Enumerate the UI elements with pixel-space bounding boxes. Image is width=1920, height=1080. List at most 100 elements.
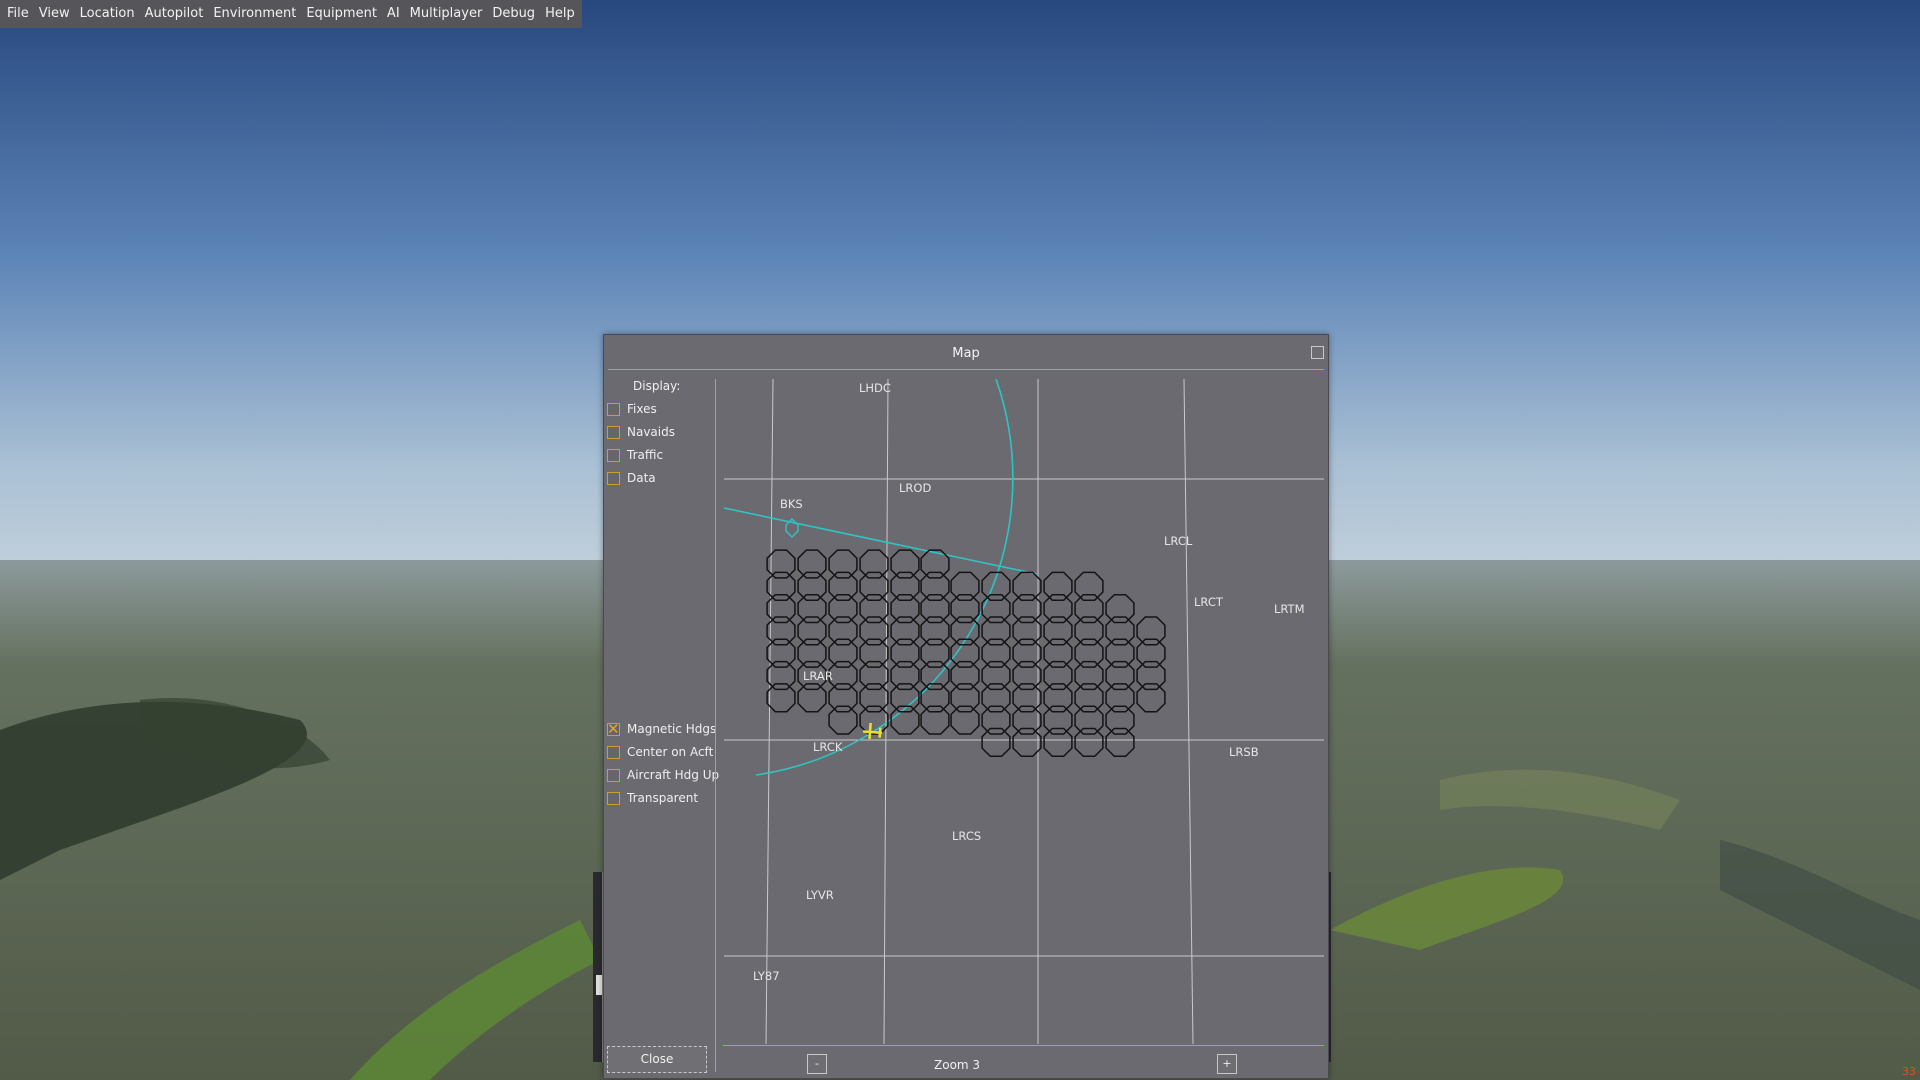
display-label: Display: [633,379,681,393]
airport-symbol-41 [920,616,950,646]
airport-symbol-84 [1074,727,1104,758]
menu-debug[interactable]: Debug [487,0,540,28]
menu-equipment[interactable]: Equipment [301,0,382,28]
airport-label-lrtm: LRTM [1274,602,1305,616]
option-transparent[interactable]: Transparent [607,790,698,806]
airport-symbol-56 [981,638,1011,668]
airport-symbol-65 [1012,660,1042,691]
airport-symbol-94 [1136,660,1166,691]
fixes-checkbox[interactable] [607,402,620,416]
aircraft-hdg-up-checkbox[interactable] [607,768,620,782]
airport-label-lyvr: LYVR [806,888,834,902]
airport-symbol-57 [981,660,1011,691]
aircraft-hdg-up-label: Aircraft Hdg Up [627,768,720,782]
option-aircraft-hdg-up[interactable]: Aircraft Hdg Up [607,767,719,783]
airport-symbol-28 [859,683,889,713]
airport-symbol-46 [950,571,980,601]
airport-symbol-37 [890,705,920,735]
airport-symbol-21 [828,705,858,735]
airport-symbol-44 [920,683,950,713]
airport-label-lrcs: LRCS [952,829,981,843]
airport-symbol-87 [1105,638,1135,668]
menu-autopilot[interactable]: Autopilot [140,0,209,28]
airport-label-lrar: LRAR [803,669,833,683]
airport-label-lrsb: LRSB [1229,745,1259,759]
airport-symbol-60 [981,727,1011,758]
airport-symbol-93 [1136,638,1166,668]
airport-symbol-6 [766,683,796,713]
option-data[interactable]: Data [607,470,656,486]
option-center-on-acft[interactable]: Center on Acft [607,744,713,760]
navaids-checkbox[interactable] [607,425,620,439]
traffic-checkbox[interactable] [607,448,620,462]
airport-symbol-18 [828,638,858,668]
airport-symbol-47 [950,593,980,624]
airport-symbol-72 [1043,638,1073,668]
airport-symbol-73 [1043,660,1073,691]
airport-symbol-79 [1074,616,1104,646]
airport-symbol-20 [828,683,858,713]
airport-symbol-23 [859,571,889,601]
airport-symbol-52 [950,705,980,735]
airport-symbol-36 [890,683,920,713]
menu-environment[interactable]: Environment [208,0,301,28]
option-magnetic-hdgs[interactable]: ✕ Magnetic Hdgs [607,721,716,737]
airport-symbol-58 [981,683,1011,713]
airport-symbol-40 [920,593,950,624]
airport-symbol-42 [920,638,950,668]
airport-symbol-50 [950,660,980,691]
airport-symbol-14 [828,549,858,579]
airport-symbol-91 [1105,727,1135,758]
zoom-bar-separator [723,1045,1324,1046]
airport-symbol-45 [920,705,950,735]
airport-symbol-92 [1136,616,1166,646]
zoom-in-button[interactable]: + [1217,1054,1237,1074]
airport-symbol-3 [766,616,796,646]
airport-symbol-5 [766,660,796,691]
airport-symbol-70 [1043,593,1073,624]
airport-symbol-71 [1043,616,1073,646]
airport-symbol-29 [859,705,889,735]
transparent-checkbox[interactable] [607,791,620,805]
transparent-label: Transparent [627,791,699,805]
airport-symbol-63 [1012,616,1042,646]
option-navaids[interactable]: Navaids [607,424,675,440]
menu-file[interactable]: File [2,0,34,28]
data-checkbox[interactable] [607,471,620,485]
airport-symbol-83 [1074,705,1104,735]
menu-bar: File View Location Autopilot Environment… [0,0,582,28]
dialog-close-box[interactable] [1311,346,1324,359]
airport-symbol-75 [1043,705,1073,735]
airport-label-ly87: LY87 [753,969,780,983]
background-dialog-tab [596,975,602,995]
zoom-out-button[interactable]: - [807,1054,827,1074]
airport-symbol-13 [797,683,827,713]
airport-symbol-62 [1012,593,1042,624]
traffic-label: Traffic [627,448,664,462]
menu-location[interactable]: Location [75,0,140,28]
airport-symbol-38 [920,549,950,579]
menu-view[interactable]: View [34,0,75,28]
zoom-level-label: Zoom 3 [934,1058,981,1072]
menu-multiplayer[interactable]: Multiplayer [405,0,488,28]
menu-help[interactable]: Help [540,0,580,28]
close-button[interactable]: Close [607,1046,707,1073]
airport-symbol-55 [981,616,1011,646]
center-on-acft-label: Center on Acft [627,745,714,759]
dialog-title: Map [952,346,980,361]
airport-symbol-82 [1074,683,1104,713]
option-traffic[interactable]: Traffic [607,447,663,463]
airport-symbol-88 [1105,660,1135,691]
airport-symbol-11 [797,638,827,668]
magnetic-hdgs-checkbox[interactable]: ✕ [607,721,620,737]
airport-symbol-90 [1105,705,1135,735]
map-canvas[interactable]: LHDC LROD BKS LRCL LRCT LRTM LRAR LRCK L… [716,379,1324,1044]
airport-symbol-76 [1043,727,1073,758]
airport-symbol-16 [828,593,858,624]
airport-label-lrck: LRCK [813,740,843,754]
center-on-acft-checkbox[interactable] [607,745,620,759]
menu-ai[interactable]: AI [382,0,405,28]
data-label: Data [627,471,656,485]
option-fixes[interactable]: Fixes [607,401,657,417]
airport-symbol-22 [859,549,889,579]
